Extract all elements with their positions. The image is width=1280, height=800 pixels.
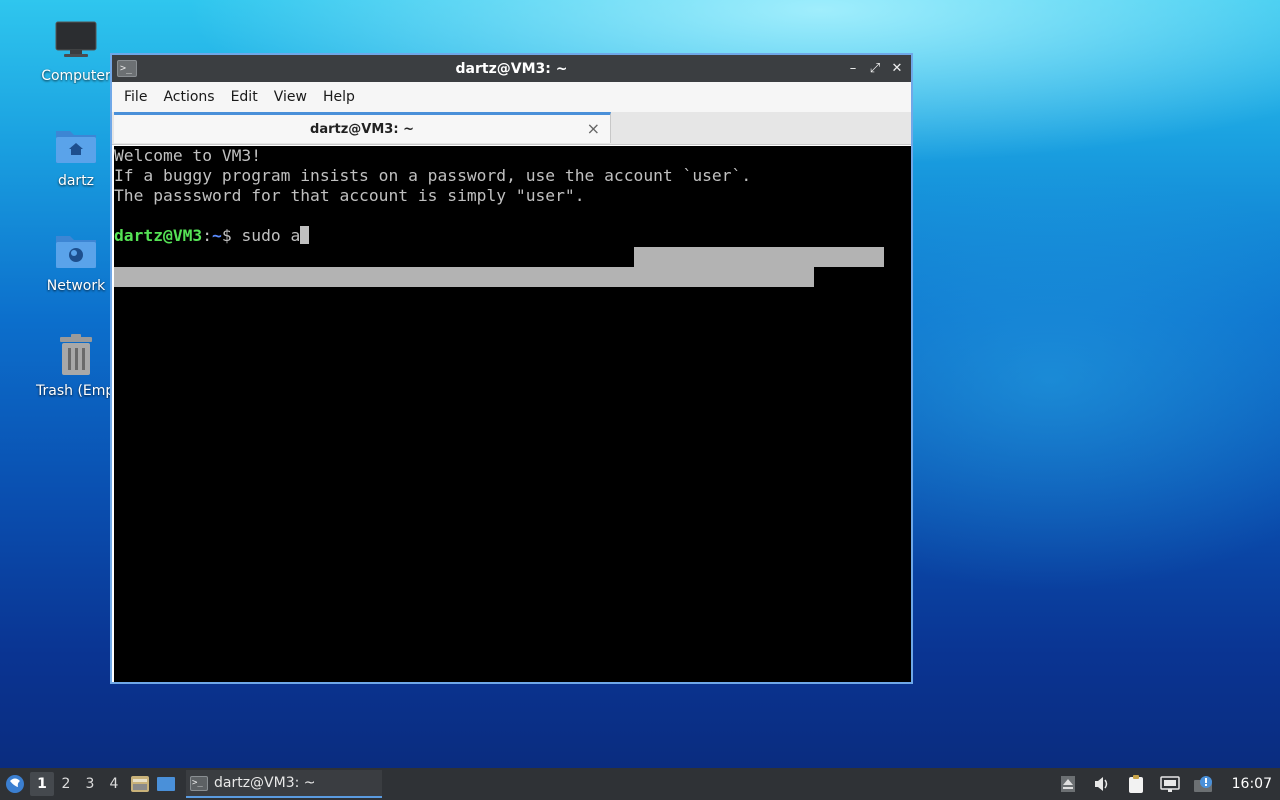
file-manager-launcher[interactable] <box>128 772 152 796</box>
terminal-icon: >_ <box>190 775 208 791</box>
computer-icon <box>52 16 100 64</box>
trash-icon <box>52 331 100 379</box>
menu-view[interactable]: View <box>266 89 315 105</box>
menu-actions[interactable]: Actions <box>155 89 222 105</box>
taskbar-task-terminal[interactable]: >_ dartz@VM3: ~ <box>186 770 382 798</box>
terminal-output[interactable]: Welcome to VM3! If a buggy program insis… <box>114 146 911 682</box>
system-tray: 16:07 <box>1058 774 1272 794</box>
update-notifier-icon[interactable] <box>1193 774 1214 794</box>
command-text: sudo a <box>241 226 301 245</box>
prompt-user: dartz@VM3 <box>114 226 203 245</box>
terminal-window: >_ dartz@VM3: ~ – ⤢ ✕ File Actions Edit … <box>110 53 913 684</box>
menubar: File Actions Edit View Help <box>112 82 911 112</box>
workspace-3[interactable]: 3 <box>78 772 102 796</box>
terminal-line: Welcome to VM3! <box>114 146 262 165</box>
window-title: dartz@VM3: ~ <box>455 60 568 77</box>
network-icon[interactable] <box>1159 774 1180 794</box>
task-label: dartz@VM3: ~ <box>214 775 316 791</box>
start-menu-button[interactable] <box>0 768 30 800</box>
selection-highlight <box>114 267 814 287</box>
terminal-line: The passsword for that account is simply… <box>114 186 585 205</box>
taskbar: 1 2 3 4 >_ dartz@VM3: ~ 16:07 <box>0 768 1280 800</box>
text-cursor <box>300 226 310 244</box>
maximize-button[interactable]: ⤢ <box>867 61 883 77</box>
menu-edit[interactable]: Edit <box>223 89 266 105</box>
file-manager-icon <box>131 776 149 792</box>
show-desktop-button[interactable] <box>154 772 178 796</box>
terminal-app-icon[interactable]: >_ <box>117 60 137 77</box>
volume-icon[interactable] <box>1092 774 1112 794</box>
eject-icon[interactable] <box>1058 774 1078 794</box>
home-folder-icon <box>52 121 100 169</box>
tab-close-icon[interactable]: × <box>587 119 600 138</box>
menu-file[interactable]: File <box>116 89 155 105</box>
tab-label: dartz@VM3: ~ <box>310 121 414 137</box>
close-button[interactable]: ✕ <box>889 61 905 77</box>
minimize-button[interactable]: – <box>845 61 861 77</box>
prompt-line: dartz@VM3:~$ sudo a <box>114 226 911 246</box>
clipboard-icon[interactable] <box>1126 774 1146 794</box>
terminal-line: If a buggy program insists on a password… <box>114 166 752 185</box>
window-titlebar[interactable]: >_ dartz@VM3: ~ – ⤢ ✕ <box>112 55 911 82</box>
menu-help[interactable]: Help <box>315 89 363 105</box>
prompt-separator: : <box>202 226 213 245</box>
tab-terminal[interactable]: dartz@VM3: ~ × <box>114 112 611 143</box>
desktop-icon <box>157 777 175 791</box>
workspace-1[interactable]: 1 <box>30 772 54 796</box>
selection-highlight <box>634 247 884 267</box>
network-folder-icon <box>52 226 100 274</box>
prompt-path: ~ <box>212 226 222 245</box>
lxqt-logo-icon <box>6 775 24 793</box>
desktop-icon-label: Trash (Empty) <box>36 383 120 399</box>
workspace-2[interactable]: 2 <box>54 772 78 796</box>
clock[interactable]: 16:07 <box>1232 776 1272 792</box>
prompt-symbol: $ <box>221 226 242 245</box>
workspace-4[interactable]: 4 <box>102 772 126 796</box>
tab-bar: dartz@VM3: ~ × <box>112 112 911 145</box>
